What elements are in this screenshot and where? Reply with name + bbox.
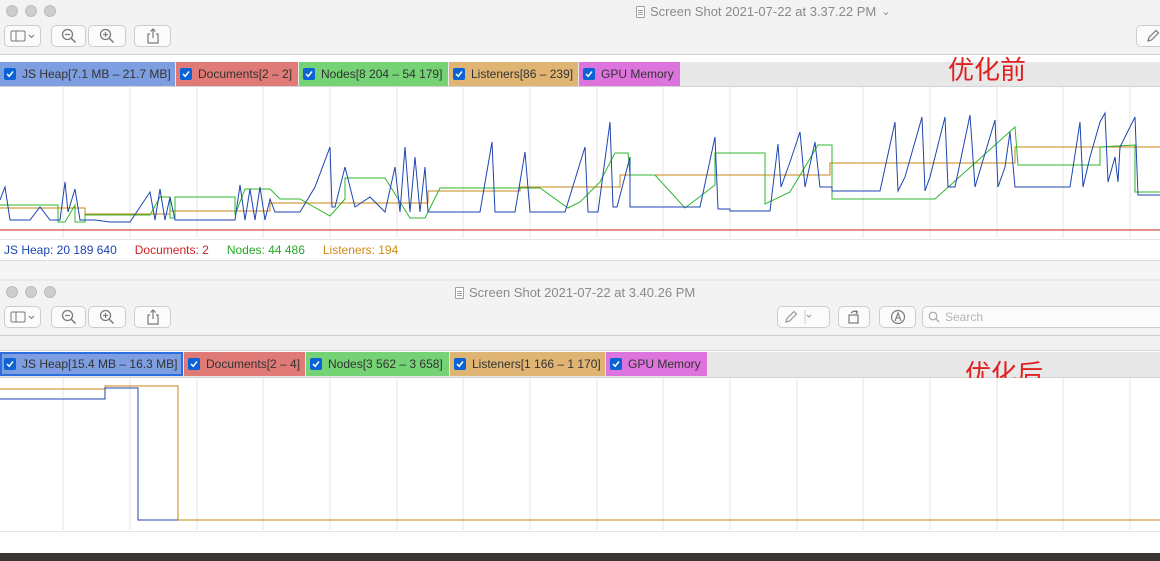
document-icon — [636, 5, 645, 18]
memory-timeline-chart — [0, 378, 1160, 530]
window-title[interactable]: Screen Shot 2021-07-22 at 3.37.22 PM ⌄ — [636, 4, 890, 19]
zoom-in-button[interactable] — [88, 306, 126, 328]
window-controls — [6, 286, 56, 298]
window-controls — [6, 5, 56, 17]
js-heap-series-line — [0, 111, 1160, 223]
rotate-button[interactable] — [838, 306, 870, 328]
checkbox-checked-icon[interactable] — [310, 358, 322, 370]
annotate-button[interactable] — [879, 306, 916, 328]
sidebar-icon — [10, 30, 34, 42]
checkbox-checked-icon[interactable] — [610, 358, 622, 370]
legend-item-listeners[interactable]: Listeners[1 166 – 1 170] — [450, 352, 605, 376]
close-button[interactable] — [6, 5, 18, 17]
annotate-icon — [890, 309, 905, 325]
window-titlebar: Screen Shot 2021-07-22 at 3.37.22 PM ⌄ — [0, 0, 1160, 55]
desktop-background-strip — [0, 553, 1160, 561]
chevron-down-icon[interactable]: ⌄ — [881, 5, 890, 18]
legend-item-gpu-memory[interactable]: GPU Memory — [579, 62, 680, 86]
legend-label: GPU Memory — [601, 67, 674, 81]
window-title-text: Screen Shot 2021-07-22 at 3.37.22 PM — [650, 4, 877, 19]
legend-item-nodes[interactable]: Nodes[3 562 – 3 658] — [306, 352, 449, 376]
markup-button[interactable] — [1136, 25, 1160, 47]
zoom-button[interactable] — [44, 5, 56, 17]
document-icon — [455, 286, 464, 299]
preview-window-after: Screen Shot 2021-07-22 at 3.40.26 PM Sea… — [0, 281, 1160, 561]
minimize-button[interactable] — [25, 5, 37, 17]
stat-nodes: Nodes: 44 486 — [226, 242, 305, 257]
zoom-in-button[interactable] — [88, 25, 126, 47]
zoom-out-icon — [61, 28, 76, 44]
checkbox-checked-icon[interactable] — [4, 68, 16, 80]
checkbox-checked-icon[interactable] — [188, 358, 200, 370]
listeners-series-line — [0, 385, 1160, 521]
bottom-tab-strip — [0, 260, 1160, 279]
stat-listeners: Listeners: 194 — [322, 242, 399, 257]
legend-label: Documents[2 – 4] — [206, 357, 301, 371]
legend-item-documents[interactable]: Documents[2 – 2] — [176, 62, 298, 86]
checkbox-checked-icon[interactable] — [454, 358, 466, 370]
rotate-icon — [848, 310, 859, 324]
listeners-series-line — [0, 146, 1160, 215]
share-icon — [146, 28, 159, 44]
legend-label: JS Heap[15.4 MB – 16.3 MB] — [22, 357, 178, 371]
legend-item-nodes[interactable]: Nodes[8 204 – 54 179] — [299, 62, 448, 86]
counters-readout: JS Heap: 20 189 640 Documents: 2 Nodes: … — [0, 239, 1160, 259]
memory-timeline-plot[interactable] — [0, 87, 1160, 238]
checkbox-checked-icon[interactable] — [4, 358, 16, 370]
sidebar-toggle-button[interactable] — [4, 25, 41, 47]
share-button[interactable] — [134, 25, 171, 47]
zoom-in-icon — [99, 309, 115, 325]
checkbox-checked-icon[interactable] — [453, 68, 465, 80]
legend-item-js-heap[interactable]: JS Heap[15.4 MB – 16.3 MB] — [0, 352, 183, 376]
legend-item-listeners[interactable]: Listeners[86 – 239] — [449, 62, 578, 86]
js-heap-series-line — [0, 387, 178, 521]
zoom-out-button[interactable] — [51, 25, 86, 47]
zoom-out-icon — [61, 309, 76, 325]
checkbox-checked-icon[interactable] — [180, 68, 192, 80]
checkbox-checked-icon[interactable] — [303, 68, 315, 80]
stat-js-heap: JS Heap: 20 189 640 — [4, 242, 117, 257]
window-title-text: Screen Shot 2021-07-22 at 3.40.26 PM — [469, 285, 696, 300]
markup-pen-icon — [785, 310, 812, 324]
window-gap-strip — [0, 336, 1160, 351]
legend-item-js-heap[interactable]: JS Heap[7.1 MB – 21.7 MB] — [0, 62, 175, 86]
window-title[interactable]: Screen Shot 2021-07-22 at 3.40.26 PM — [455, 285, 695, 300]
checkbox-checked-icon[interactable] — [583, 68, 595, 80]
sidebar-icon — [10, 311, 34, 323]
zoom-out-button[interactable] — [51, 306, 86, 328]
legend-label: JS Heap[7.1 MB – 21.7 MB] — [22, 67, 171, 81]
legend-label: Listeners[1 166 – 1 170] — [472, 357, 601, 371]
legend-label: Nodes[3 562 – 3 658] — [328, 357, 443, 371]
markup-pen-icon — [1147, 29, 1160, 42]
zoom-in-icon — [99, 28, 115, 44]
memory-timeline-plot[interactable] — [0, 378, 1160, 530]
search-icon — [928, 311, 940, 323]
window-titlebar: Screen Shot 2021-07-22 at 3.40.26 PM Sea… — [0, 281, 1160, 336]
preview-window-before: Screen Shot 2021-07-22 at 3.37.22 PM ⌄ J… — [0, 0, 1160, 279]
annotation-before: 优化前 — [948, 56, 1027, 86]
share-icon — [146, 309, 159, 325]
search-field[interactable]: Search — [922, 306, 1160, 328]
nodes-series-line — [0, 125, 1160, 223]
sidebar-toggle-button[interactable] — [4, 306, 41, 328]
legend-item-documents[interactable]: Documents[2 – 4] — [184, 352, 305, 376]
memory-timeline-chart — [0, 87, 1160, 238]
share-button[interactable] — [134, 306, 171, 328]
minimize-button[interactable] — [25, 286, 37, 298]
legend-label: GPU Memory — [628, 357, 701, 371]
zoom-button[interactable] — [44, 286, 56, 298]
counters-readout — [0, 531, 1160, 554]
close-button[interactable] — [6, 286, 18, 298]
legend-label: Documents[2 – 2] — [198, 67, 293, 81]
stat-documents: Documents: 2 — [134, 242, 209, 257]
legend-label: Nodes[8 204 – 54 179] — [321, 67, 443, 81]
legend-item-gpu-memory[interactable]: GPU Memory — [606, 352, 707, 376]
legend-label: Listeners[86 – 239] — [471, 67, 574, 81]
search-placeholder: Search — [945, 310, 984, 324]
markup-button[interactable] — [777, 306, 830, 328]
